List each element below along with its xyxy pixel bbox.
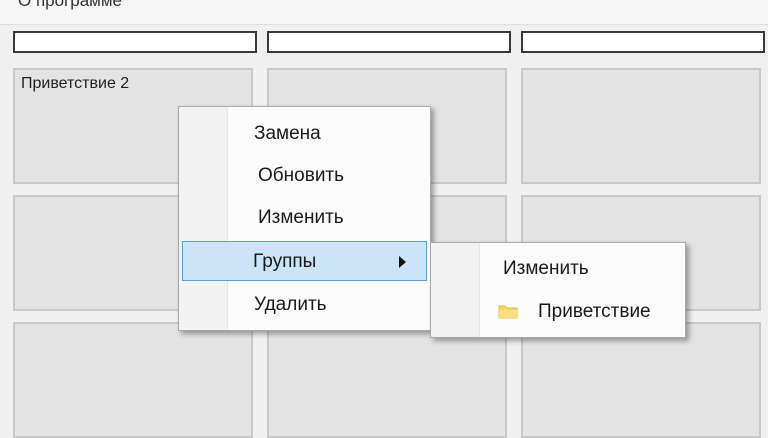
window-title: О программе — [18, 0, 123, 10]
menu-item-label: Обновить — [258, 165, 345, 186]
groups-submenu: Изменить Приветствие — [430, 242, 686, 338]
header-field-3[interactable] — [521, 31, 765, 53]
menu-item-label: Приветствие — [538, 301, 651, 322]
grid-cell[interactable] — [521, 68, 761, 184]
menu-item-udalit[interactable]: Удалить — [182, 285, 427, 325]
folder-icon — [498, 305, 518, 319]
title-bar: О программе — [0, 0, 768, 25]
cell-label: Приветствие 2 — [21, 75, 130, 92]
menu-item-label: Группы — [253, 251, 317, 272]
grid-cell[interactable] — [521, 322, 761, 438]
grid-cell[interactable] — [13, 322, 253, 438]
header-field-1[interactable] — [13, 31, 257, 53]
submenu-item-izmenit[interactable]: Изменить — [434, 249, 682, 289]
grid-cell[interactable] — [267, 322, 507, 438]
header-field-2[interactable] — [267, 31, 511, 53]
context-menu: Замена Обновить Изменить Группы Удалить — [178, 106, 431, 331]
submenu-item-privetstvie[interactable]: Приветствие — [434, 292, 682, 332]
menu-item-label: Замена — [254, 123, 321, 144]
menu-item-label: Изменить — [503, 258, 589, 279]
submenu-arrow-icon — [399, 256, 406, 268]
menu-item-izmenit[interactable]: Изменить — [182, 198, 427, 238]
menu-item-label: Удалить — [254, 294, 327, 315]
menu-item-zamena[interactable]: Замена — [182, 114, 427, 154]
menu-item-gruppy[interactable]: Группы — [182, 241, 427, 281]
menu-item-obnovit[interactable]: Обновить — [182, 156, 427, 196]
menu-item-label: Изменить — [258, 207, 344, 228]
